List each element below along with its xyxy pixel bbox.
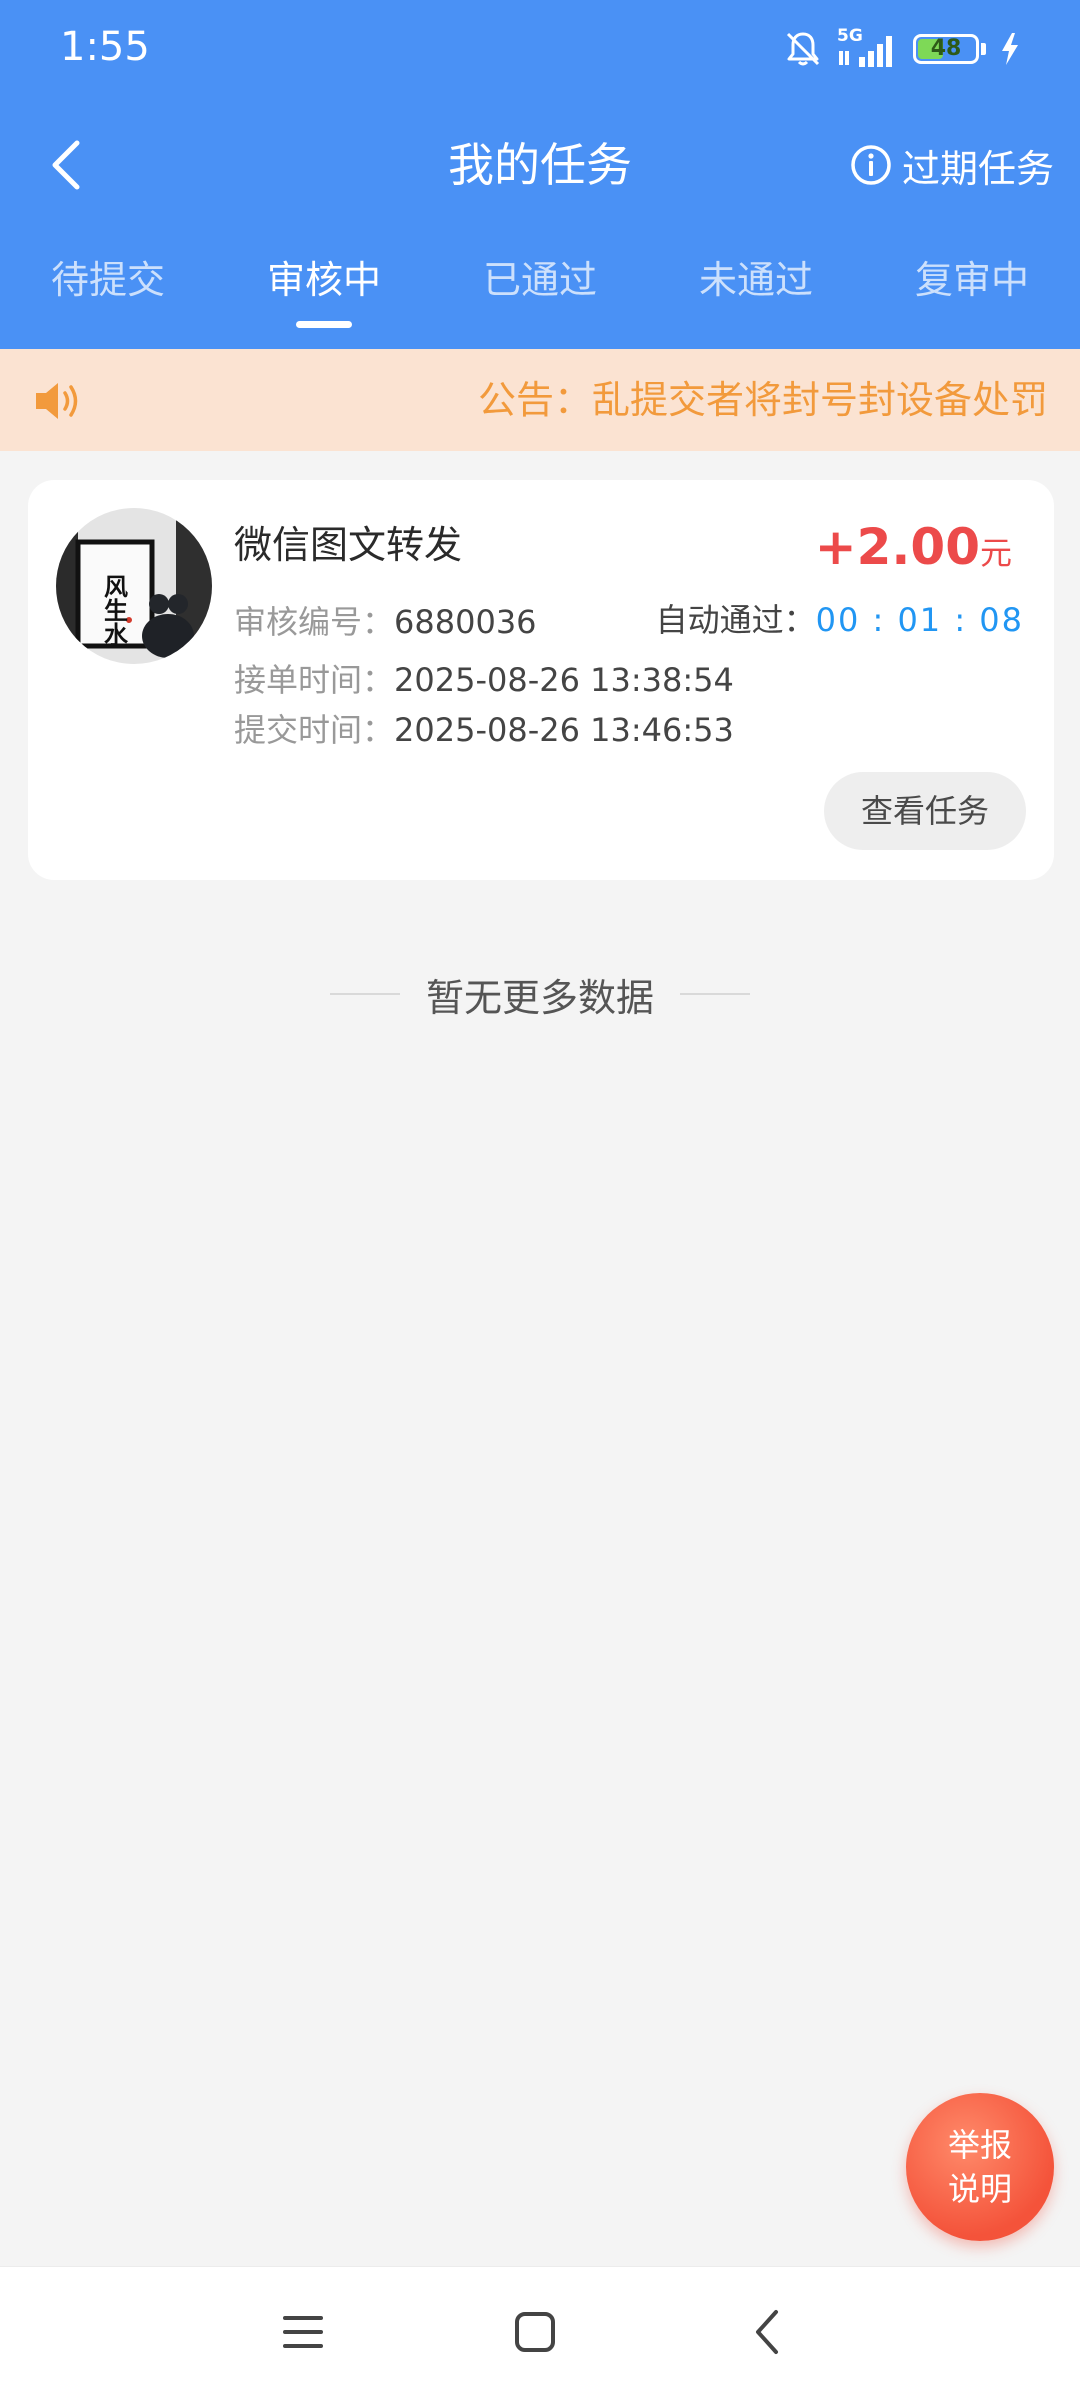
no-more-data: 暂无更多数据 xyxy=(0,964,1080,1024)
no-more-data-text: 暂无更多数据 xyxy=(425,975,654,1020)
tab-label: 审核中 xyxy=(266,258,381,302)
announcement-bar: 公告：乱提交者将封号封设备处罚 xyxy=(0,349,1080,451)
status-bar: 1:55 5G 48 xyxy=(0,0,1080,100)
submit-time-row: 提交时间：2025-08-26 13:46:53 xyxy=(234,708,734,752)
menu-icon xyxy=(283,2316,323,2348)
home-icon xyxy=(515,2312,555,2352)
status-time: 1:55 xyxy=(60,24,150,70)
home-button[interactable] xyxy=(500,2297,570,2367)
task-reward: +2.00元 xyxy=(815,518,1012,576)
info-icon xyxy=(851,145,891,185)
app-header: 1:55 5G 48 我的任务 过期任务 待提交 审核中 已通过 未通过 复审中 xyxy=(0,0,1080,349)
review-id-row: 审核编号：6880036 xyxy=(234,600,537,644)
avatar-calligraphy: 风生水 xyxy=(100,574,129,647)
expired-tasks-label: 过期任务 xyxy=(901,146,1054,191)
report-info-line2: 说明 xyxy=(947,2170,1012,2208)
active-tab-indicator xyxy=(296,321,352,328)
system-nav-bar xyxy=(0,2266,1080,2401)
reward-unit: 元 xyxy=(979,534,1012,572)
tab-under-review[interactable]: 审核中 xyxy=(216,240,432,340)
tab-re-review[interactable]: 复审中 xyxy=(864,240,1080,340)
submit-time-label: 提交时间： xyxy=(234,711,395,749)
bell-mute-icon xyxy=(786,32,820,66)
auto-pass-countdown: 00 : 01 : 08 xyxy=(815,601,1024,639)
accept-time-label: 接单时间： xyxy=(234,661,395,699)
battery-level: 48 xyxy=(930,36,962,61)
submit-time-value: 2025-08-26 13:46:53 xyxy=(394,711,734,749)
back-icon xyxy=(756,2310,778,2354)
divider-line xyxy=(329,993,400,995)
task-title: 微信图文转发 xyxy=(234,523,463,567)
tab-bar: 待提交 审核中 已通过 未通过 复审中 xyxy=(0,240,1080,340)
nav-bar: 我的任务 过期任务 xyxy=(0,120,1080,210)
view-task-button[interactable]: 查看任务 xyxy=(824,772,1026,850)
task-card: 风生水 微信图文转发 +2.00元 审核编号：6880036 自动通过：00 :… xyxy=(28,480,1054,880)
report-info-line1: 举报 xyxy=(947,2126,1012,2164)
accept-time-row: 接单时间：2025-08-26 13:38:54 xyxy=(234,658,734,702)
announcement-text: 公告：乱提交者将封号封设备处罚 xyxy=(478,378,1049,422)
tab-label: 已通过 xyxy=(482,258,597,302)
auto-pass-label: 自动通过： xyxy=(655,601,816,639)
tab-label: 复审中 xyxy=(914,258,1029,302)
status-icons: 5G 48 xyxy=(783,24,1020,74)
report-info-button[interactable]: 举报 说明 xyxy=(906,2093,1054,2241)
review-id-value: 6880036 xyxy=(394,603,537,641)
battery-icon: 48 xyxy=(913,34,986,64)
tab-label: 未通过 xyxy=(698,258,813,302)
tab-approved[interactable]: 已通过 xyxy=(432,240,648,340)
signal-icon: 5G xyxy=(837,27,899,69)
tab-rejected[interactable]: 未通过 xyxy=(648,240,864,340)
tab-pending-submit[interactable]: 待提交 xyxy=(0,240,216,340)
review-id-label: 审核编号： xyxy=(234,603,395,641)
task-avatar: 风生水 xyxy=(56,508,212,664)
reward-amount: +2.00 xyxy=(814,518,980,576)
charging-icon xyxy=(1002,33,1018,65)
divider-line xyxy=(680,993,750,995)
accept-time-value: 2025-08-26 13:38:54 xyxy=(394,661,734,699)
menu-button[interactable] xyxy=(268,2297,338,2367)
system-back-button[interactable] xyxy=(732,2297,802,2367)
tab-label: 待提交 xyxy=(50,258,165,302)
auto-pass-timer: 自动通过：00 : 01 : 08 xyxy=(656,598,1024,642)
speaker-icon xyxy=(36,383,78,419)
expired-tasks-link[interactable]: 过期任务 xyxy=(850,132,1054,198)
